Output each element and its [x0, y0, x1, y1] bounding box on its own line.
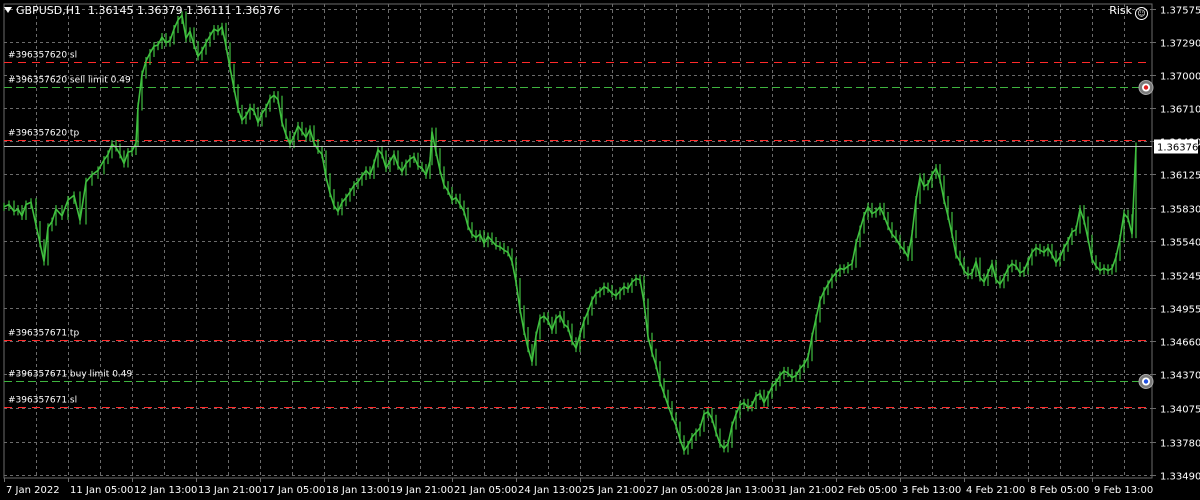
y-tick-label: 1.36125 — [1160, 171, 1200, 182]
x-tick-label: 4 Feb 21:00 — [966, 485, 1025, 496]
x-tick-label: 21 Jan 05:00 — [454, 485, 517, 496]
y-tick-label: 1.34370 — [1160, 371, 1200, 382]
x-tick-label: 13 Jan 21:00 — [198, 485, 261, 496]
x-tick-label: 12 Jan 13:00 — [134, 485, 197, 496]
chart-header: GBPUSD,H1 1.36145 1.36379 1.36111 1.3637… — [4, 3, 280, 19]
x-tick-label: 17 Jan 05:00 — [262, 485, 325, 496]
x-tick-label: 7 Jan 2022 — [6, 485, 60, 496]
symbol-timeframe[interactable]: GBPUSD,H1 — [16, 4, 81, 17]
x-tick-label: 9 Feb 13:00 — [1094, 485, 1153, 496]
price-chart[interactable]: #396357620 sl #396357620 sell limit 0.49 #… — [0, 0, 1200, 500]
x-tick-label: 31 Jan 21:00 — [774, 485, 837, 496]
x-tick-label: 18 Jan 13:00 — [326, 485, 389, 496]
risk-label: Risk — [1109, 4, 1132, 17]
y-tick-label: 1.35540 — [1160, 238, 1200, 249]
x-tick-label: 19 Jan 21:00 — [390, 485, 453, 496]
y-tick-label: 1.33780 — [1160, 439, 1200, 450]
ohlc-values: 1.36145 1.36379 1.36111 1.36376 — [87, 4, 281, 17]
level-label: #396357671 tp — [8, 329, 79, 339]
symbol-menu-triangle-icon[interactable] — [4, 7, 12, 13]
x-tick-label: 25 Jan 21:00 — [582, 485, 645, 496]
y-tick-label: 1.34955 — [1160, 305, 1200, 316]
y-tick-label: 1.36710 — [1160, 105, 1200, 116]
x-tick-label: 27 Jan 05:00 — [646, 485, 709, 496]
y-tick-label: 1.37000 — [1160, 72, 1200, 83]
y-tick-label: 1.37290 — [1160, 39, 1200, 50]
x-tick-label: 11 Jan 05:00 — [70, 485, 133, 496]
y-tick-label: 1.35245 — [1160, 272, 1200, 283]
x-tick-label: 28 Jan 13:00 — [710, 485, 773, 496]
y-tick-label: 1.33490 — [1160, 472, 1200, 483]
smiley-icon: ☺ — [1135, 7, 1148, 20]
sell-order-handle-dot — [1143, 85, 1149, 90]
price-axis[interactable]: 1.375751.372901.370001.367101.364201.361… — [1152, 6, 1200, 483]
x-tick-label: 24 Jan 13:00 — [518, 485, 581, 496]
x-tick-label: 3 Feb 13:00 — [902, 485, 961, 496]
level-label: #396357671 buy limit 0.49 — [8, 370, 133, 380]
x-tick-label: 8 Feb 05:00 — [1030, 485, 1089, 496]
y-tick-label: 1.34075 — [1160, 405, 1200, 416]
current-price-label: 1.36376 — [1157, 143, 1198, 154]
y-tick-label: 1.34660 — [1160, 338, 1200, 349]
buy-order-handle-dot — [1143, 379, 1149, 384]
level-label: #396357620 tp — [8, 129, 79, 139]
level-label: #396357620 sell limit 0.49 — [8, 76, 131, 86]
y-tick-label: 1.35830 — [1160, 205, 1200, 216]
x-tick-label: 2 Feb 05:00 — [838, 485, 897, 496]
level-label: #396357671 sl — [8, 396, 77, 406]
y-tick-label: 1.37575 — [1160, 6, 1200, 17]
level-label: #396357620 sl — [8, 51, 77, 61]
risk-control[interactable]: Risk ☺ — [1109, 4, 1148, 20]
